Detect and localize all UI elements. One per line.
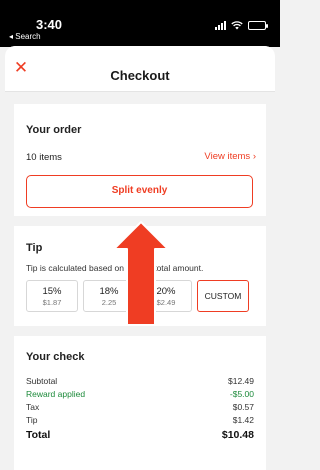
back-to-search-link[interactable]: ◂ Search <box>9 32 41 41</box>
row-value: $1.42 <box>232 415 254 425</box>
status-icons <box>215 21 268 30</box>
tip-option-18[interactable]: 18% 2.25 <box>83 280 135 312</box>
reward-row: Reward applied -$5.00 <box>26 388 254 401</box>
split-evenly-button[interactable]: Split evenly <box>26 175 253 208</box>
your-order-card: Your order 10 items View items › Split e… <box>14 104 266 216</box>
row-label: Subtotal <box>26 376 58 386</box>
view-items-link[interactable]: View items › <box>204 151 256 162</box>
battery-icon <box>248 21 268 30</box>
tip-row: Tip $1.42 <box>26 414 254 427</box>
row-value: $12.49 <box>228 376 254 386</box>
row-value: $0.57 <box>232 402 254 412</box>
row-label: Tax <box>26 402 40 412</box>
chevron-right-icon: › <box>252 151 256 162</box>
row-value: -$5.00 <box>229 389 254 399</box>
tip-percent: 15% <box>42 286 62 297</box>
row-label: Reward applied <box>26 389 86 399</box>
signal-icon <box>215 21 226 30</box>
total-row: Total $10.48 <box>26 427 254 443</box>
your-check-card: Your check Subtotal $12.49 Reward applie… <box>14 336 266 470</box>
tip-amount: 2.25 <box>101 298 117 307</box>
wifi-icon <box>231 21 243 30</box>
total-label: Total <box>26 429 51 441</box>
view-items-label: View items <box>204 151 251 162</box>
tip-percent: 18% <box>99 286 119 297</box>
tip-amount: $1.87 <box>42 298 62 307</box>
your-check-title: Your check <box>26 351 85 363</box>
tip-card: Tip Tip is calculated based on the subto… <box>14 226 266 326</box>
checkout-sheet: ✕ Checkout Your order 10 items View item… <box>5 46 275 470</box>
tip-options: 15% $1.87 18% 2.25 20% $2.49 CUSTOM <box>26 280 249 312</box>
tip-amount: $2.49 <box>156 298 176 307</box>
checkout-screen: 3:40 ◂ Search ✕ Checkout Your order 10 i… <box>0 0 280 470</box>
checkout-header: ✕ Checkout <box>5 46 275 92</box>
row-label: Tip <box>26 415 38 425</box>
status-time: 3:40 <box>36 17 63 32</box>
tip-option-custom[interactable]: CUSTOM <box>197 280 249 312</box>
tip-option-20[interactable]: 20% $2.49 <box>140 280 192 312</box>
tip-title: Tip <box>26 242 43 254</box>
tip-description: Tip is calculated based on the subtotal … <box>26 263 204 273</box>
page-title: Checkout <box>110 68 170 83</box>
tip-percent: 20% <box>156 286 176 297</box>
total-value: $10.48 <box>221 429 254 441</box>
status-bar: 3:40 ◂ Search <box>0 0 280 47</box>
items-count: 10 items <box>26 152 62 163</box>
your-order-title: Your order <box>26 124 82 136</box>
check-rows: Subtotal $12.49 Reward applied -$5.00 Ta… <box>26 375 254 443</box>
tax-row: Tax $0.57 <box>26 401 254 414</box>
tip-option-15[interactable]: 15% $1.87 <box>26 280 78 312</box>
subtotal-row: Subtotal $12.49 <box>26 375 254 388</box>
